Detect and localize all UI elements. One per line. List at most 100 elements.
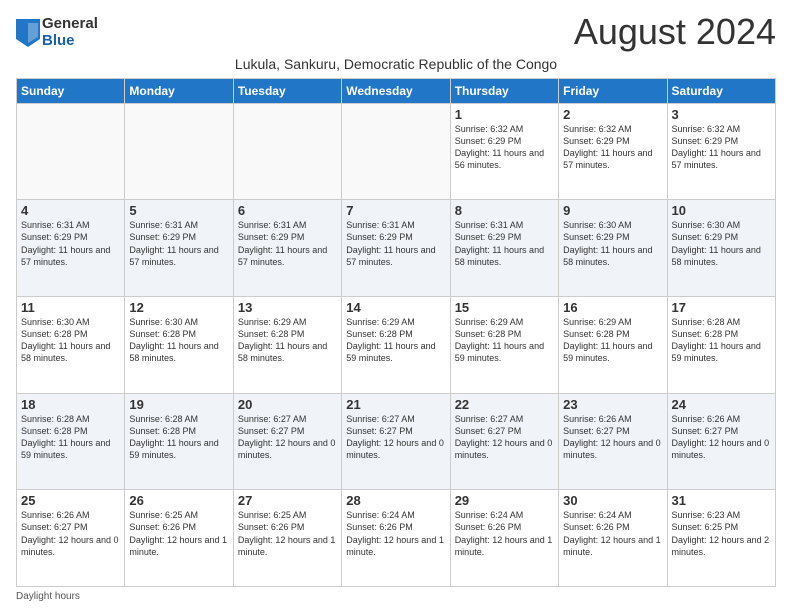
col-sunday: Sunday [17,78,125,103]
calendar-cell: 1Sunrise: 6:32 AM Sunset: 6:29 PM Daylig… [450,103,558,200]
day-number: 13 [238,300,337,315]
col-monday: Monday [125,78,233,103]
calendar-cell: 28Sunrise: 6:24 AM Sunset: 6:26 PM Dayli… [342,490,450,587]
logo-general-text: General [42,16,98,33]
calendar-cell [125,103,233,200]
day-info: Sunrise: 6:28 AM Sunset: 6:28 PM Dayligh… [672,316,771,365]
day-number: 14 [346,300,445,315]
day-info: Sunrise: 6:23 AM Sunset: 6:25 PM Dayligh… [672,509,771,558]
footer: Daylight hours [16,591,776,602]
day-number: 24 [672,397,771,412]
calendar-cell: 16Sunrise: 6:29 AM Sunset: 6:28 PM Dayli… [559,296,667,393]
calendar-cell: 18Sunrise: 6:28 AM Sunset: 6:28 PM Dayli… [17,393,125,490]
calendar-cell: 31Sunrise: 6:23 AM Sunset: 6:25 PM Dayli… [667,490,775,587]
page: General Blue August 2024 Lukula, Sankuru… [0,0,792,612]
calendar-cell: 10Sunrise: 6:30 AM Sunset: 6:29 PM Dayli… [667,200,775,297]
day-number: 10 [672,203,771,218]
day-info: Sunrise: 6:31 AM Sunset: 6:29 PM Dayligh… [238,219,337,268]
calendar-cell: 23Sunrise: 6:26 AM Sunset: 6:27 PM Dayli… [559,393,667,490]
col-thursday: Thursday [450,78,558,103]
day-info: Sunrise: 6:24 AM Sunset: 6:26 PM Dayligh… [563,509,662,558]
day-info: Sunrise: 6:24 AM Sunset: 6:26 PM Dayligh… [455,509,554,558]
day-number: 4 [21,203,120,218]
logo-icon [16,19,40,47]
day-number: 27 [238,493,337,508]
day-info: Sunrise: 6:29 AM Sunset: 6:28 PM Dayligh… [455,316,554,365]
day-number: 26 [129,493,228,508]
day-info: Sunrise: 6:25 AM Sunset: 6:26 PM Dayligh… [129,509,228,558]
day-number: 1 [455,107,554,122]
calendar-cell: 17Sunrise: 6:28 AM Sunset: 6:28 PM Dayli… [667,296,775,393]
day-info: Sunrise: 6:26 AM Sunset: 6:27 PM Dayligh… [672,413,771,462]
day-number: 30 [563,493,662,508]
calendar-cell: 14Sunrise: 6:29 AM Sunset: 6:28 PM Dayli… [342,296,450,393]
calendar-header-row: Sunday Monday Tuesday Wednesday Thursday… [17,78,776,103]
calendar-week-row-1: 1Sunrise: 6:32 AM Sunset: 6:29 PM Daylig… [17,103,776,200]
calendar-cell: 4Sunrise: 6:31 AM Sunset: 6:29 PM Daylig… [17,200,125,297]
day-number: 20 [238,397,337,412]
day-info: Sunrise: 6:32 AM Sunset: 6:29 PM Dayligh… [563,123,662,172]
calendar-cell: 12Sunrise: 6:30 AM Sunset: 6:28 PM Dayli… [125,296,233,393]
calendar-cell: 9Sunrise: 6:30 AM Sunset: 6:29 PM Daylig… [559,200,667,297]
day-info: Sunrise: 6:26 AM Sunset: 6:27 PM Dayligh… [563,413,662,462]
calendar-cell: 20Sunrise: 6:27 AM Sunset: 6:27 PM Dayli… [233,393,341,490]
day-number: 21 [346,397,445,412]
day-number: 9 [563,203,662,218]
day-info: Sunrise: 6:32 AM Sunset: 6:29 PM Dayligh… [455,123,554,172]
day-info: Sunrise: 6:30 AM Sunset: 6:28 PM Dayligh… [21,316,120,365]
calendar-cell: 8Sunrise: 6:31 AM Sunset: 6:29 PM Daylig… [450,200,558,297]
main-title: August 2024 [574,12,776,52]
day-info: Sunrise: 6:31 AM Sunset: 6:29 PM Dayligh… [21,219,120,268]
subtitle: Lukula, Sankuru, Democratic Republic of … [16,56,776,72]
day-number: 7 [346,203,445,218]
calendar-week-row-3: 11Sunrise: 6:30 AM Sunset: 6:28 PM Dayli… [17,296,776,393]
day-number: 29 [455,493,554,508]
calendar-cell: 19Sunrise: 6:28 AM Sunset: 6:28 PM Dayli… [125,393,233,490]
day-number: 17 [672,300,771,315]
calendar-cell: 30Sunrise: 6:24 AM Sunset: 6:26 PM Dayli… [559,490,667,587]
day-info: Sunrise: 6:27 AM Sunset: 6:27 PM Dayligh… [346,413,445,462]
calendar-cell: 7Sunrise: 6:31 AM Sunset: 6:29 PM Daylig… [342,200,450,297]
day-info: Sunrise: 6:28 AM Sunset: 6:28 PM Dayligh… [21,413,120,462]
calendar-cell: 2Sunrise: 6:32 AM Sunset: 6:29 PM Daylig… [559,103,667,200]
calendar-week-row-5: 25Sunrise: 6:26 AM Sunset: 6:27 PM Dayli… [17,490,776,587]
calendar-table: Sunday Monday Tuesday Wednesday Thursday… [16,78,776,587]
calendar-cell: 11Sunrise: 6:30 AM Sunset: 6:28 PM Dayli… [17,296,125,393]
day-number: 23 [563,397,662,412]
day-number: 31 [672,493,771,508]
day-info: Sunrise: 6:28 AM Sunset: 6:28 PM Dayligh… [129,413,228,462]
calendar-week-row-2: 4Sunrise: 6:31 AM Sunset: 6:29 PM Daylig… [17,200,776,297]
calendar-cell: 24Sunrise: 6:26 AM Sunset: 6:27 PM Dayli… [667,393,775,490]
calendar-cell [17,103,125,200]
logo: General Blue [16,16,98,49]
calendar-cell: 25Sunrise: 6:26 AM Sunset: 6:27 PM Dayli… [17,490,125,587]
day-info: Sunrise: 6:30 AM Sunset: 6:29 PM Dayligh… [563,219,662,268]
day-number: 11 [21,300,120,315]
day-info: Sunrise: 6:32 AM Sunset: 6:29 PM Dayligh… [672,123,771,172]
calendar-cell: 15Sunrise: 6:29 AM Sunset: 6:28 PM Dayli… [450,296,558,393]
day-number: 19 [129,397,228,412]
day-number: 28 [346,493,445,508]
col-friday: Friday [559,78,667,103]
day-info: Sunrise: 6:29 AM Sunset: 6:28 PM Dayligh… [563,316,662,365]
col-wednesday: Wednesday [342,78,450,103]
calendar-cell: 22Sunrise: 6:27 AM Sunset: 6:27 PM Dayli… [450,393,558,490]
day-info: Sunrise: 6:31 AM Sunset: 6:29 PM Dayligh… [455,219,554,268]
day-number: 6 [238,203,337,218]
day-number: 16 [563,300,662,315]
day-info: Sunrise: 6:27 AM Sunset: 6:27 PM Dayligh… [455,413,554,462]
header: General Blue August 2024 [16,12,776,52]
day-info: Sunrise: 6:31 AM Sunset: 6:29 PM Dayligh… [346,219,445,268]
title-block: August 2024 [574,12,776,52]
calendar-cell: 6Sunrise: 6:31 AM Sunset: 6:29 PM Daylig… [233,200,341,297]
day-number: 18 [21,397,120,412]
day-info: Sunrise: 6:24 AM Sunset: 6:26 PM Dayligh… [346,509,445,558]
day-number: 15 [455,300,554,315]
calendar-week-row-4: 18Sunrise: 6:28 AM Sunset: 6:28 PM Dayli… [17,393,776,490]
col-saturday: Saturday [667,78,775,103]
calendar-cell: 26Sunrise: 6:25 AM Sunset: 6:26 PM Dayli… [125,490,233,587]
col-tuesday: Tuesday [233,78,341,103]
day-info: Sunrise: 6:31 AM Sunset: 6:29 PM Dayligh… [129,219,228,268]
calendar-cell [233,103,341,200]
calendar-cell [342,103,450,200]
